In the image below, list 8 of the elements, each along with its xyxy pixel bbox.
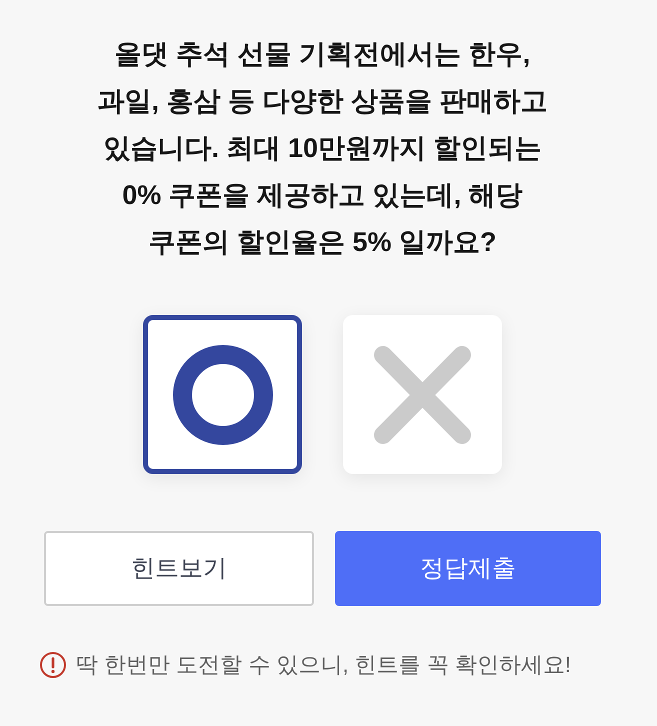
warning-icon: [40, 652, 66, 678]
answer-option[interactable]: [143, 315, 302, 474]
cross-icon: [374, 346, 471, 444]
notice-text: 딱 한번만 도전할 수 있으니, 힌트를 꼭 확인하세요!: [76, 651, 572, 679]
question-text: 올댓 추석 선물 기획전에서는 한우, 과일, 홍삼 등 다양한 상품을 판매하고 있습니다. 최대 10만원까지 할인되는 0% 쿠폰을 제공하고 있는데, 해당 쿠폰의 할인율은 5% 일까요?: [97, 38, 548, 259]
submit-button[interactable]: 정답제출: [335, 531, 601, 606]
hint-button[interactable]: 힌트보기: [44, 531, 314, 606]
ring-icon: [172, 344, 272, 444]
